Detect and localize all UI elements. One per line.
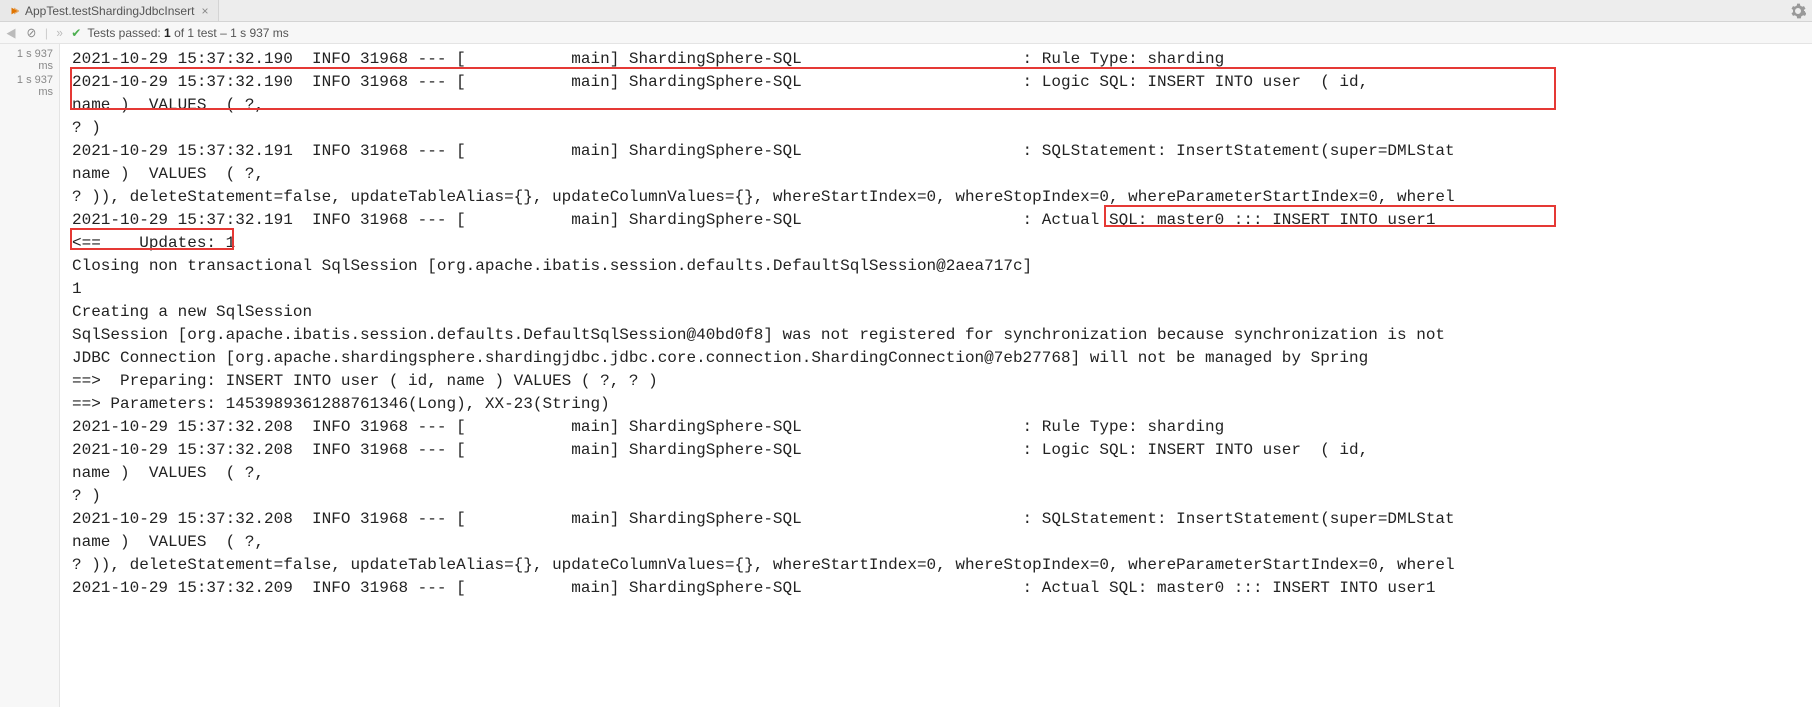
console-line: 2021-10-29 15:37:32.191 INFO 31968 --- [… (72, 140, 1804, 163)
run-config-icon (8, 5, 20, 17)
console-line: 2021-10-29 15:37:32.190 INFO 31968 --- [… (72, 71, 1804, 94)
close-icon[interactable]: × (199, 4, 210, 18)
console-line: 2021-10-29 15:37:32.208 INFO 31968 --- [… (72, 439, 1804, 462)
console-line: JDBC Connection [org.apache.shardingsphe… (72, 347, 1804, 370)
time-sidebar: 1 s 937 ms 1 s 937 ms (0, 44, 60, 707)
console-line: Creating a new SqlSession (72, 301, 1804, 324)
test-status-text: Tests passed: 1 of 1 test – 1 s 937 ms (87, 26, 288, 40)
console-line: ? )), deleteStatement=false, updateTable… (72, 186, 1804, 209)
separator: | (45, 26, 48, 40)
console-line: name ) VALUES ( ?, (72, 94, 1804, 117)
console-output[interactable]: 2021-10-29 15:37:32.190 INFO 31968 --- [… (60, 44, 1812, 707)
history-back-icon[interactable]: ◀ (5, 25, 18, 41)
history-forward-icon[interactable]: ⊘ (25, 25, 38, 41)
console-line: name ) VALUES ( ?, (72, 531, 1804, 554)
sidebar-time: 1 s 937 ms (0, 48, 59, 74)
console-line: 2021-10-29 15:37:32.208 INFO 31968 --- [… (72, 416, 1804, 439)
tab-test-run[interactable]: AppTest.testShardingJdbcInsert × (0, 0, 219, 21)
expand-icon[interactable]: » (55, 25, 65, 40)
tab-title: AppTest.testShardingJdbcInsert (25, 4, 194, 18)
gear-icon[interactable] (1790, 3, 1806, 19)
console-line: <== Updates: 1 (72, 232, 1804, 255)
console-line: 1 (72, 278, 1804, 301)
test-status-bar: ◀ ⊘ | » ✔ Tests passed: 1 of 1 test – 1 … (0, 22, 1812, 44)
console-line: name ) VALUES ( ?, (72, 462, 1804, 485)
console-line: Closing non transactional SqlSession [or… (72, 255, 1804, 278)
console-line: ? ) (72, 485, 1804, 508)
console-line: 2021-10-29 15:37:32.208 INFO 31968 --- [… (72, 508, 1804, 531)
console-line: ==> Preparing: INSERT INTO user ( id, na… (72, 370, 1804, 393)
console-line: 2021-10-29 15:37:32.190 INFO 31968 --- [… (72, 48, 1804, 71)
console-line: ? ) (72, 117, 1804, 140)
console-line: 2021-10-29 15:37:32.191 INFO 31968 --- [… (72, 209, 1804, 232)
sidebar-time: 1 s 937 ms (0, 74, 59, 100)
console-line: ==> Parameters: 1453989361288761346(Long… (72, 393, 1804, 416)
console-line: SqlSession [org.apache.ibatis.session.de… (72, 324, 1804, 347)
check-icon: ✔ (71, 26, 81, 40)
console-line: ? )), deleteStatement=false, updateTable… (72, 554, 1804, 577)
console-line: name ) VALUES ( ?, (72, 163, 1804, 186)
console-line: 2021-10-29 15:37:32.209 INFO 31968 --- [… (72, 577, 1804, 600)
tab-bar: AppTest.testShardingJdbcInsert × (0, 0, 1812, 22)
